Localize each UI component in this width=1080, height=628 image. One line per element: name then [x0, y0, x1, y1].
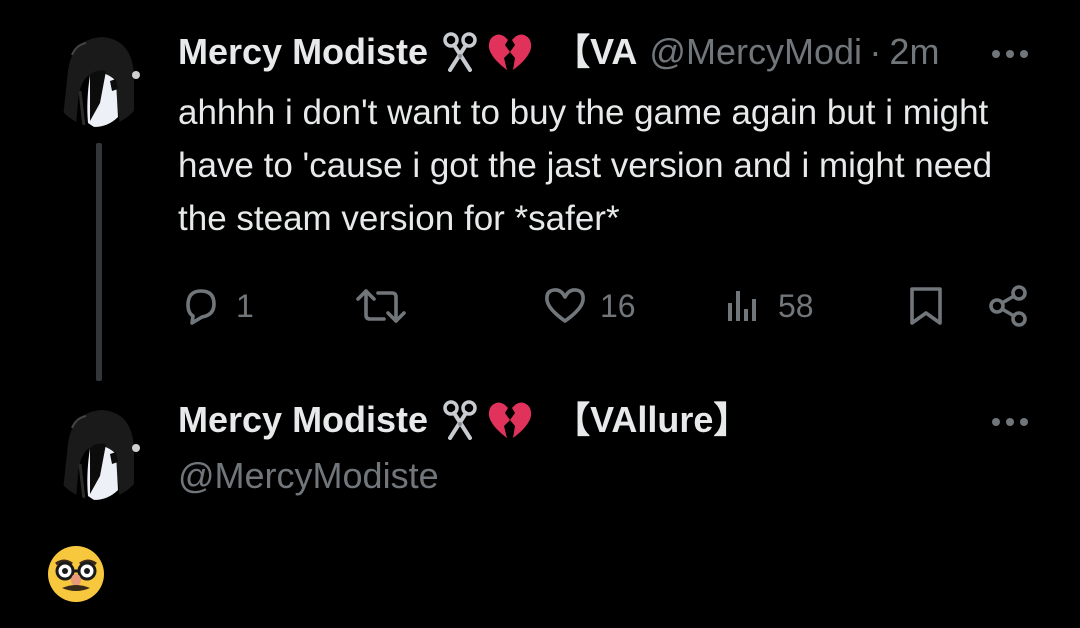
avatar[interactable]: [50, 31, 146, 127]
user-handle[interactable]: @MercyModiste: [178, 454, 439, 498]
broken-heart-icon: [488, 400, 532, 440]
thread-connector-line: [96, 143, 102, 381]
tweet-header: Mercy Modiste 【VAllure】: [178, 398, 749, 442]
reply-icon: [186, 289, 216, 325]
reply-count: 1: [236, 287, 254, 324]
broken-heart-icon: [488, 32, 532, 72]
bookmark-icon: [910, 287, 942, 325]
display-name[interactable]: Mercy Modiste: [178, 398, 428, 442]
disguised-face-emoji: [46, 544, 106, 604]
avatar-image: [50, 404, 146, 500]
bookmark-button[interactable]: [904, 282, 948, 330]
user-handle[interactable]: @MercyModiste: [649, 30, 861, 74]
share-icon: [989, 285, 1027, 327]
retweet-icon: [356, 289, 406, 323]
scissors-icon: [440, 32, 480, 72]
more-icon: [992, 418, 1028, 426]
avatar-image: [50, 31, 146, 127]
more-options-button[interactable]: [988, 410, 1032, 434]
display-name[interactable]: Mercy Modiste: [178, 30, 428, 74]
avatar[interactable]: [50, 404, 146, 500]
share-button[interactable]: [985, 282, 1033, 330]
more-icon: [992, 50, 1028, 58]
more-options-button[interactable]: [988, 42, 1032, 66]
scissors-icon: [440, 400, 480, 440]
like-button[interactable]: 16: [542, 282, 636, 330]
retweet-button[interactable]: [354, 282, 408, 330]
views-button[interactable]: 58: [720, 282, 814, 330]
tweet-text: ahhhh i don't want to buy the game again…: [178, 93, 993, 238]
like-count: 16: [600, 287, 636, 324]
separator-dot: ·: [869, 31, 882, 72]
view-count: 58: [778, 287, 814, 324]
display-name-suffix: 【VA: [554, 31, 638, 72]
reply-button[interactable]: 1: [178, 282, 254, 330]
timestamp[interactable]: 2m: [889, 30, 939, 74]
views-icon: [728, 291, 756, 321]
like-icon: [545, 288, 585, 323]
display-name-suffix: 【VAllure】: [554, 399, 750, 440]
tweet-header: Mercy Modiste 【VA @MercyModiste · 2m: [178, 30, 978, 74]
